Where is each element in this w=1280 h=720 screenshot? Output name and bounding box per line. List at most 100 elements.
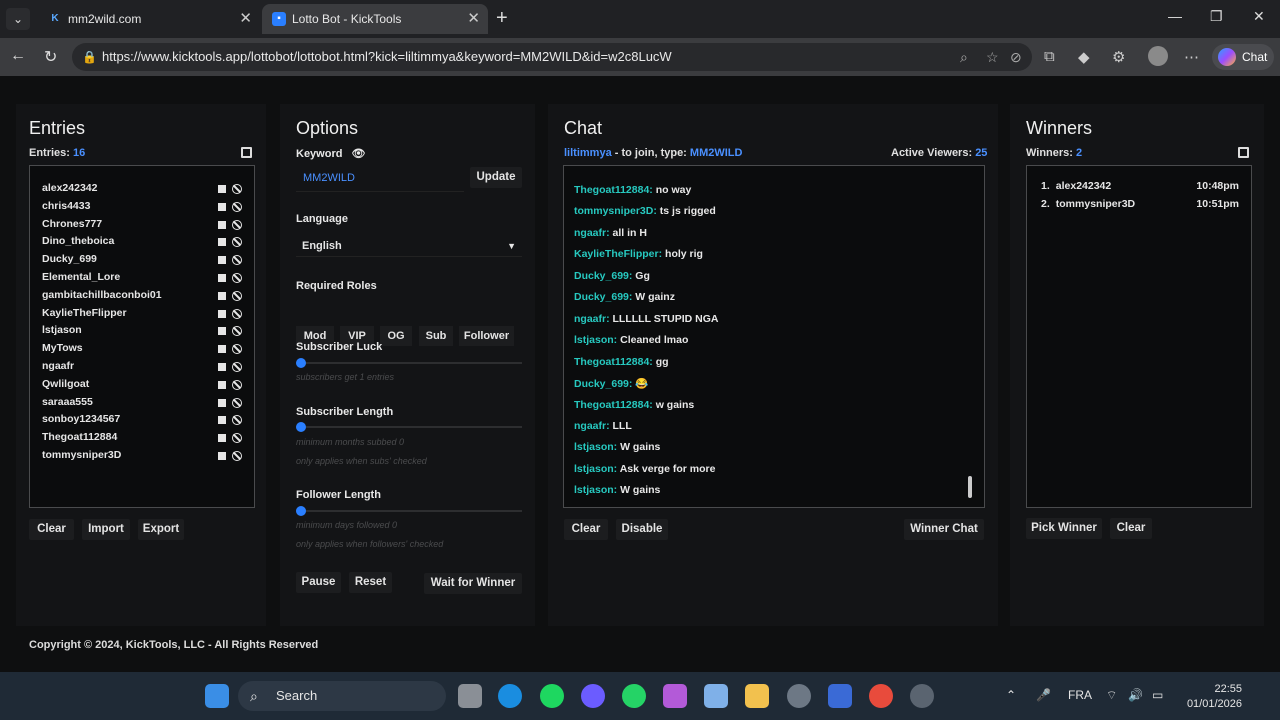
ban-icon[interactable]: [232, 451, 242, 461]
keyword-input[interactable]: MM2WILD: [296, 164, 464, 192]
language-select[interactable]: English ▼: [296, 235, 522, 257]
entry-checkbox-icon[interactable]: [218, 345, 226, 354]
export-entries-button[interactable]: Export: [138, 519, 184, 540]
ban-icon[interactable]: [232, 415, 242, 426]
media-blocked-icon[interactable]: ⊘: [1010, 43, 1022, 71]
role-og-button[interactable]: OG: [380, 326, 412, 346]
app-icon[interactable]: [704, 684, 728, 708]
file-explorer-icon[interactable]: [745, 684, 769, 708]
ban-icon[interactable]: [232, 184, 242, 194]
entry-checkbox-icon[interactable]: [218, 380, 226, 389]
role-follower-button[interactable]: Follower: [459, 326, 514, 346]
disable-chat-button[interactable]: Disable: [616, 519, 668, 540]
entry-checkbox-icon[interactable]: [218, 274, 226, 282]
clear-winners-button[interactable]: Clear: [1110, 518, 1152, 539]
favorite-star-icon[interactable]: ☆: [986, 43, 999, 71]
tab-lotto-bot[interactable]: ▪ Lotto Bot - KickTools ✕: [262, 4, 488, 34]
update-keyword-button[interactable]: Update: [470, 167, 522, 188]
entry-checkbox-icon[interactable]: [218, 202, 226, 211]
minimize-icon[interactable]: —: [1168, 8, 1182, 24]
entry-checkbox-icon[interactable]: [218, 256, 226, 265]
discord-icon[interactable]: [581, 684, 605, 708]
ban-icon[interactable]: [232, 326, 242, 337]
taskbar-search[interactable]: ⌕ Search: [238, 681, 446, 711]
slider-knob[interactable]: [296, 422, 306, 432]
ban-icon[interactable]: [232, 201, 242, 212]
entry-checkbox-icon[interactable]: [218, 220, 226, 229]
ban-icon[interactable]: [232, 433, 242, 444]
zoom-icon[interactable]: ⌕: [960, 43, 968, 71]
wifi-icon[interactable]: ⌔: [1106, 688, 1117, 703]
tab-actions-chevron-icon[interactable]: ⌄: [6, 8, 30, 30]
restore-icon[interactable]: ❐: [1210, 8, 1223, 25]
profile-avatar-icon[interactable]: [1148, 46, 1168, 66]
windows-start-icon[interactable]: [205, 684, 229, 708]
app-blue-icon[interactable]: [828, 684, 852, 708]
ban-icon[interactable]: [232, 344, 242, 355]
spotify-icon[interactable]: [540, 684, 564, 708]
follower-length-slider[interactable]: [296, 506, 522, 516]
language-indicator[interactable]: FRA: [1068, 688, 1092, 702]
clear-entries-button[interactable]: Clear: [29, 519, 74, 540]
ban-icon[interactable]: [232, 379, 242, 390]
close-window-icon[interactable]: ✕: [1253, 8, 1265, 25]
new-tab-icon[interactable]: +: [496, 8, 508, 28]
ban-icon[interactable]: [232, 362, 242, 372]
entry-checkbox-icon[interactable]: [218, 185, 226, 193]
pick-winner-button[interactable]: Pick Winner: [1026, 518, 1102, 539]
reset-button[interactable]: Reset: [349, 572, 392, 593]
entry-checkbox-icon[interactable]: [218, 434, 226, 443]
import-entries-button[interactable]: Import: [82, 519, 130, 540]
slider-knob[interactable]: [296, 358, 306, 368]
subscriber-length-slider[interactable]: [296, 422, 522, 432]
media-app-icon[interactable]: [663, 684, 687, 708]
entry-checkbox-icon[interactable]: [218, 238, 226, 247]
microphone-icon[interactable]: 🎤: [1036, 688, 1051, 702]
ban-icon[interactable]: [232, 290, 242, 301]
chrome-icon[interactable]: [869, 684, 893, 708]
copy-entries-icon[interactable]: [241, 147, 252, 158]
entry-checkbox-icon[interactable]: [218, 363, 226, 371]
tab-mm2wild[interactable]: K mm2wild.com ✕: [38, 4, 260, 34]
entry-checkbox-icon[interactable]: [218, 452, 226, 460]
pause-button[interactable]: Pause: [296, 572, 341, 593]
winner-chat-button[interactable]: Winner Chat: [904, 519, 984, 540]
clear-chat-button[interactable]: Clear: [564, 519, 608, 540]
back-arrow-icon[interactable]: ←: [10, 47, 26, 65]
battery-icon[interactable]: ▭: [1152, 688, 1163, 702]
extensions-puzzle-icon[interactable]: ⚙: [1112, 48, 1125, 66]
ban-icon[interactable]: [232, 255, 242, 266]
extension-purple-icon[interactable]: ◆: [1078, 48, 1090, 66]
reload-icon[interactable]: ↻: [44, 47, 57, 67]
app-gray-icon[interactable]: [910, 684, 934, 708]
chat-scrollbar[interactable]: [968, 476, 972, 498]
volume-icon[interactable]: 🔊: [1128, 688, 1143, 702]
tray-chevron-icon[interactable]: ⌃: [1006, 688, 1016, 702]
edge-browser-icon[interactable]: [498, 684, 522, 708]
ban-icon[interactable]: [232, 308, 242, 319]
copilot-chat-button[interactable]: Chat: [1212, 44, 1274, 70]
task-view-icon[interactable]: [458, 684, 482, 708]
slider-knob[interactable]: [296, 506, 306, 516]
taskbar-clock[interactable]: 22:55 01/01/2026: [1182, 682, 1242, 712]
subscriber-luck-slider[interactable]: [296, 358, 522, 368]
entry-checkbox-icon[interactable]: [218, 309, 226, 318]
entry-checkbox-icon[interactable]: [218, 327, 226, 336]
whatsapp-icon[interactable]: [622, 684, 646, 708]
ban-icon[interactable]: [232, 273, 242, 283]
copy-winners-icon[interactable]: [1238, 147, 1249, 158]
extension-icon[interactable]: ⧉: [1044, 48, 1055, 65]
entry-checkbox-icon[interactable]: [218, 398, 226, 407]
settings-gear-icon[interactable]: [787, 684, 811, 708]
ban-icon[interactable]: [232, 219, 242, 230]
close-tab-icon[interactable]: ✕: [467, 4, 480, 34]
close-tab-icon[interactable]: ✕: [239, 4, 252, 34]
more-menu-icon[interactable]: ⋯: [1184, 48, 1199, 66]
eye-icon[interactable]: 👁: [352, 148, 366, 160]
wait-for-winner-button[interactable]: Wait for Winner: [424, 573, 522, 594]
url-bar[interactable]: 🔒 https://www.kicktools.app/lottobot/lot…: [72, 43, 1032, 71]
entry-checkbox-icon[interactable]: [218, 416, 226, 425]
role-sub-button[interactable]: Sub: [419, 326, 453, 346]
ban-icon[interactable]: [232, 397, 242, 408]
ban-icon[interactable]: [232, 237, 242, 248]
